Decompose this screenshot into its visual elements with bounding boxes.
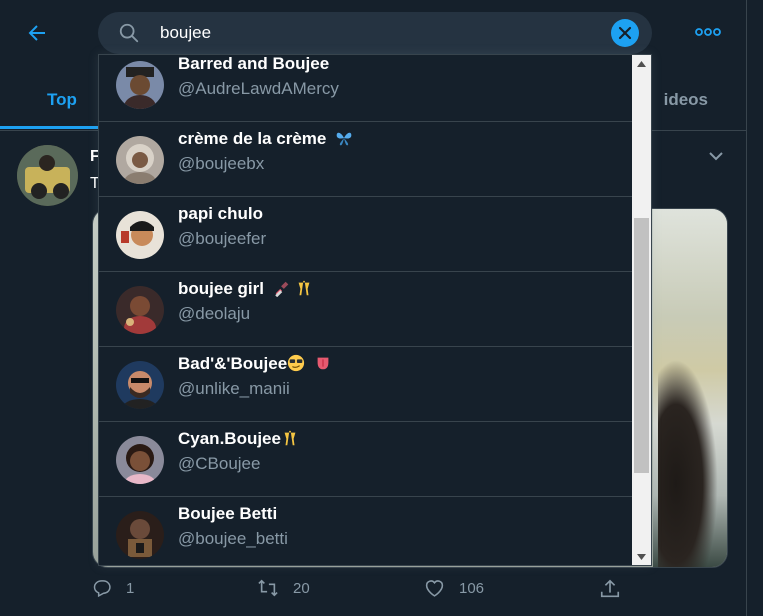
media-detail: [658, 359, 718, 567]
avatar: [116, 211, 164, 259]
close-icon: [618, 26, 632, 40]
scroll-up-button[interactable]: [632, 55, 651, 72]
reply-button[interactable]: 1: [92, 578, 134, 598]
more-horizontal-icon: [695, 28, 721, 36]
result-handle: @boujeefer: [178, 229, 267, 248]
share-icon: [600, 579, 620, 598]
result-handle: @boujeebx: [178, 154, 265, 173]
search-result-user[interactable]: boujee girl @deolaju: [99, 272, 632, 347]
avatar: [116, 286, 164, 334]
column-divider: [746, 0, 747, 616]
avatar: [116, 361, 164, 409]
share-button[interactable]: [599, 578, 621, 600]
search-typeahead-dropdown[interactable]: Barred and Boujee @AudreLawdAMercy crème…: [98, 54, 652, 566]
search-bar[interactable]: [98, 12, 652, 54]
back-arrow-icon: [28, 25, 45, 41]
tab-videos-label: ideos: [663, 90, 708, 109]
result-handle: @CBoujee: [178, 454, 261, 473]
result-name-text: Cyan.Boujee: [178, 429, 281, 448]
scrollbar-thumb[interactable]: [634, 218, 649, 473]
result-name: papi chulo: [178, 204, 263, 223]
result-name: Bad'&'Boujee: [178, 354, 332, 374]
nail-polish-icon: [274, 281, 289, 297]
clinking-glasses-icon: [284, 430, 296, 446]
result-name: boujee girl: [178, 279, 313, 299]
like-button[interactable]: 106: [424, 578, 484, 598]
tab-top-label: Top: [47, 90, 77, 109]
scroll-down-arrow-icon: [637, 553, 646, 560]
result-name: crème de la crème: [178, 129, 353, 149]
result-name-text: boujee girl: [178, 279, 264, 298]
reply-icon: [93, 580, 111, 598]
search-result-user[interactable]: papi chulo @boujeefer: [99, 197, 632, 272]
avatar: [116, 136, 164, 184]
dropdown-scrollbar[interactable]: [632, 55, 651, 565]
avatar: [116, 511, 164, 559]
tweet-author-avatar[interactable]: [17, 145, 78, 206]
search-result-user[interactable]: crème de la crème @boujeebx: [99, 122, 632, 197]
back-button[interactable]: [22, 18, 52, 48]
butterfly-icon: [336, 132, 352, 146]
heart-icon: [425, 580, 444, 597]
result-name: Boujee Betti: [178, 504, 278, 523]
tab-videos[interactable]: ideos: [648, 72, 708, 128]
avatar: [116, 61, 164, 109]
like-count: 106: [459, 579, 485, 597]
result-name-text: Bad'&'Boujee: [178, 354, 288, 373]
result-handle: @AudreLawdAMercy: [178, 79, 339, 98]
scroll-down-button[interactable]: [632, 548, 651, 565]
retweet-icon: [258, 579, 278, 597]
retweet-count: 20: [293, 579, 310, 597]
chevron-down-icon[interactable]: [705, 146, 727, 166]
scroll-up-arrow-icon: [637, 60, 646, 67]
retweet-button[interactable]: 20: [257, 578, 310, 598]
clear-search-button[interactable]: [611, 19, 639, 47]
more-options-button[interactable]: [690, 20, 726, 44]
result-name-text: crème de la crème: [178, 129, 327, 148]
search-result-user[interactable]: Boujee Betti @boujee_betti: [99, 497, 632, 565]
search-result-user[interactable]: Bad'&'Boujee @unlike_manii: [99, 347, 632, 422]
avatar: [116, 436, 164, 484]
tongue-icon: [317, 357, 329, 370]
result-handle: @boujee_betti: [178, 529, 288, 548]
result-handle: @deolaju: [178, 304, 251, 323]
result-handle: @unlike_manii: [178, 379, 290, 398]
clinking-glasses-icon: [299, 280, 310, 296]
result-name: Cyan.Boujee: [178, 429, 299, 449]
avatar-photo: [17, 145, 78, 206]
sunglasses-face-icon: [288, 354, 305, 372]
search-icon: [119, 23, 139, 43]
result-name: Barred and Boujee: [178, 54, 330, 73]
search-result-user[interactable]: Barred and Boujee @AudreLawdAMercy: [99, 54, 632, 122]
search-input[interactable]: [160, 20, 580, 46]
search-result-user[interactable]: Cyan.Boujee @CBoujee: [99, 422, 632, 497]
search-page: Top ideos F T 1 20: [0, 0, 763, 616]
reply-count: 1: [126, 579, 135, 597]
